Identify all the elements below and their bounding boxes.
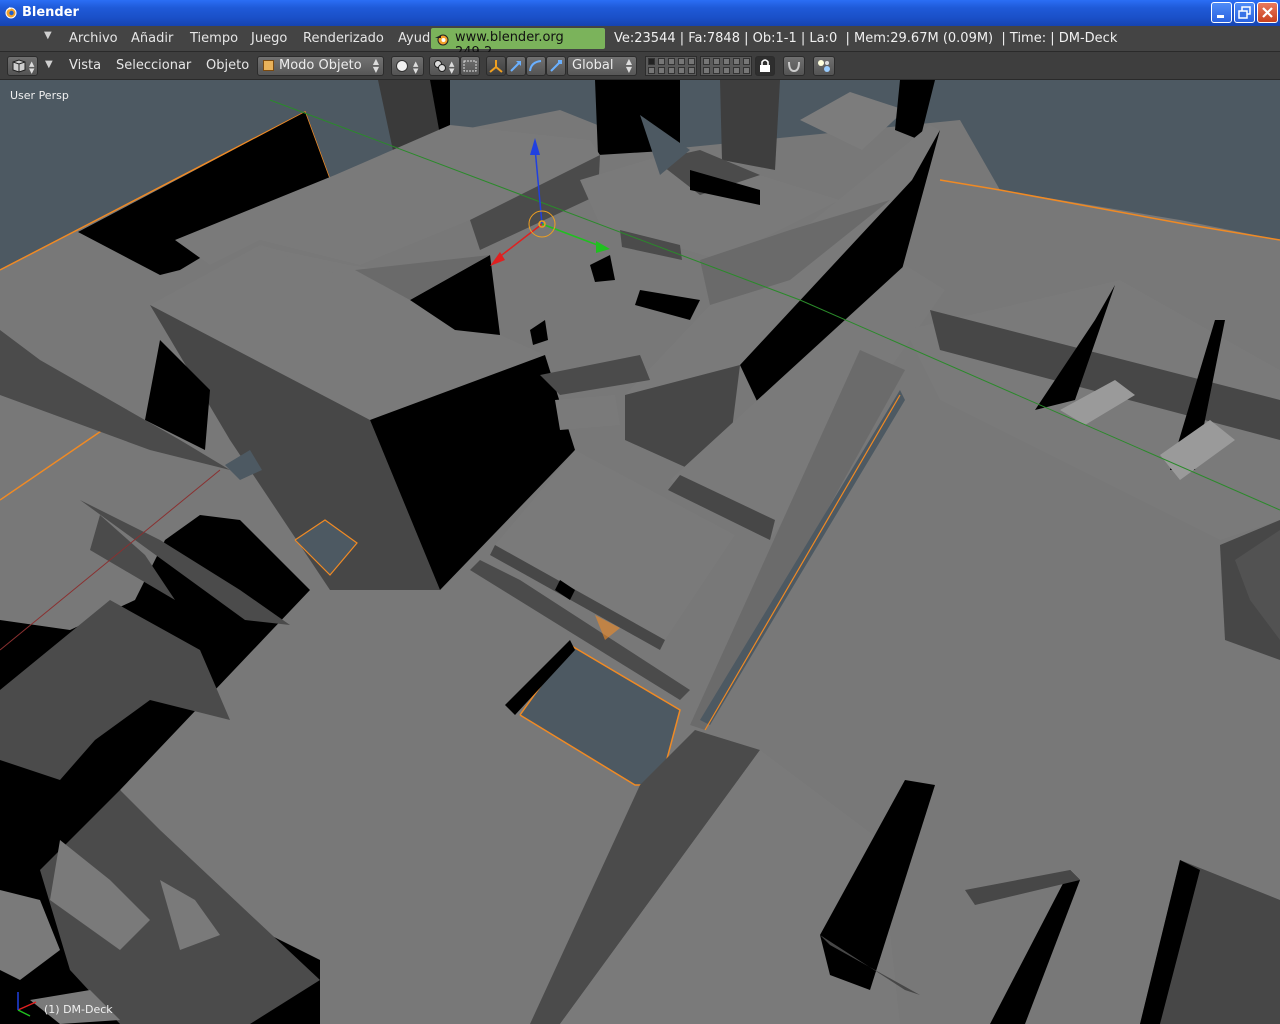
lock-layers-button[interactable]: [755, 56, 775, 76]
axis-orientation-gizmo: [17, 992, 37, 1017]
menu-objeto[interactable]: Objeto: [206, 58, 249, 73]
pivot-point-icon: ▲ ▼: [434, 60, 455, 75]
manipulator-toggle-button[interactable]: [486, 56, 506, 76]
mode-select[interactable]: Modo Objeto ▲ ▼: [257, 56, 384, 76]
view3d-header: ▲ ▼ ▼ Vista Seleccionar Objeto Modo Obje…: [0, 52, 1280, 80]
active-object-label: (1) DM-Deck: [44, 1003, 113, 1016]
view3d-editor-icon: ▲ ▼: [12, 59, 35, 75]
translate-arrow-icon: [510, 61, 521, 72]
maximize-button[interactable]: [1234, 2, 1255, 23]
window-title: Blender: [22, 5, 79, 20]
mode-select-label: Modo Objeto: [279, 58, 362, 73]
menu-anadir[interactable]: Añadir: [131, 31, 173, 46]
manipulator-center-button[interactable]: [460, 56, 480, 76]
svg-text:▼: ▼: [29, 67, 35, 75]
perspective-label: User Persp: [10, 89, 69, 102]
header-collapse-icon[interactable]: ▼: [45, 59, 53, 70]
editor-type-button[interactable]: ▲ ▼: [7, 56, 38, 76]
layers-group-1[interactable]: [645, 56, 697, 76]
info-header: ▼ Archivo Añadir Tiempo Juego Renderizad…: [0, 26, 1280, 60]
transform-manipulator-icon: [489, 60, 503, 73]
render-preview-button[interactable]: [813, 56, 835, 76]
header-collapse-icon[interactable]: ▼: [44, 30, 52, 41]
svg-text:▼: ▼: [413, 67, 419, 75]
snap-magnet-icon: [788, 61, 800, 73]
rotate-manipulator-button[interactable]: [526, 56, 546, 76]
render-preview-icon: [818, 60, 830, 72]
view3d-viewport[interactable]: User Persp (1) DM-Deck: [0, 80, 1280, 1024]
menu-renderizado[interactable]: Renderizado: [303, 31, 384, 46]
scene-geometry: [0, 80, 1280, 1024]
menu-archivo[interactable]: Archivo: [69, 31, 118, 46]
blender-website-button[interactable]: www.blender.org 249.2: [431, 28, 605, 60]
translate-manipulator-button[interactable]: [506, 56, 526, 76]
draw-type-button[interactable]: ▲ ▼: [391, 56, 424, 76]
updown-arrows-icon: ▲ ▼: [625, 57, 632, 74]
pivot-point-button[interactable]: ▲ ▼: [429, 56, 460, 76]
orientation-label: Global: [572, 58, 614, 73]
window-titlebar: Blender: [0, 0, 1280, 26]
layers-group-2[interactable]: [700, 56, 752, 76]
blender-logo-icon: [5, 7, 17, 19]
menu-seleccionar[interactable]: Seleccionar: [116, 58, 191, 73]
blender-logo-icon: [435, 34, 449, 46]
menu-tiempo[interactable]: Tiempo: [190, 31, 238, 46]
close-icon: [1262, 7, 1273, 18]
restore-icon: [1238, 6, 1251, 19]
solid-sphere-icon: ▲ ▼: [396, 60, 419, 75]
lock-icon: [760, 59, 770, 72]
minimize-icon: [1217, 15, 1224, 18]
minimize-button[interactable]: [1211, 2, 1232, 23]
menu-juego[interactable]: Juego: [251, 31, 287, 46]
menu-vista[interactable]: Vista: [69, 58, 101, 73]
scene-stats: Ve:23544 | Fa:7848 | Ob:1-1 | La:0 | Mem…: [614, 31, 1118, 46]
scale-icon: [550, 60, 562, 72]
svg-text:▼: ▼: [449, 67, 455, 75]
close-button[interactable]: [1257, 2, 1278, 23]
updown-arrows-icon: ▲ ▼: [372, 57, 379, 74]
transform-orientation-select[interactable]: Global ▲ ▼: [567, 56, 637, 76]
scale-manipulator-button[interactable]: [546, 56, 566, 76]
object-mode-icon: [263, 60, 274, 71]
rotate-arc-icon: [529, 60, 542, 72]
dotted-box-icon: [463, 60, 477, 72]
snap-button[interactable]: [783, 56, 805, 76]
